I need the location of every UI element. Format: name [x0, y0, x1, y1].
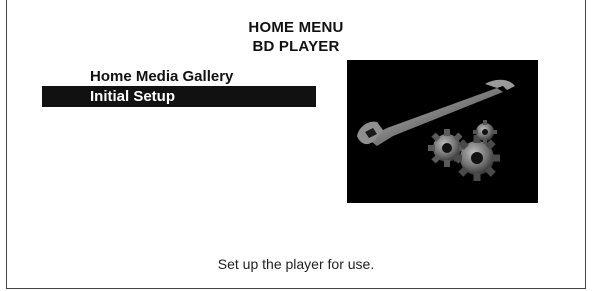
- help-text: Set up the player for use.: [217, 256, 375, 272]
- menu-item-home-media-gallery[interactable]: Home Media Gallery: [42, 66, 316, 87]
- gears-shape: [428, 120, 500, 181]
- preview-panel: [347, 60, 538, 203]
- wrench-and-gears-icon: [357, 79, 515, 181]
- page-title: HOME MENU: [248, 19, 344, 36]
- page-subtitle: BD PLAYER: [252, 38, 340, 55]
- menu-item-initial-setup[interactable]: Initial Setup: [42, 86, 316, 107]
